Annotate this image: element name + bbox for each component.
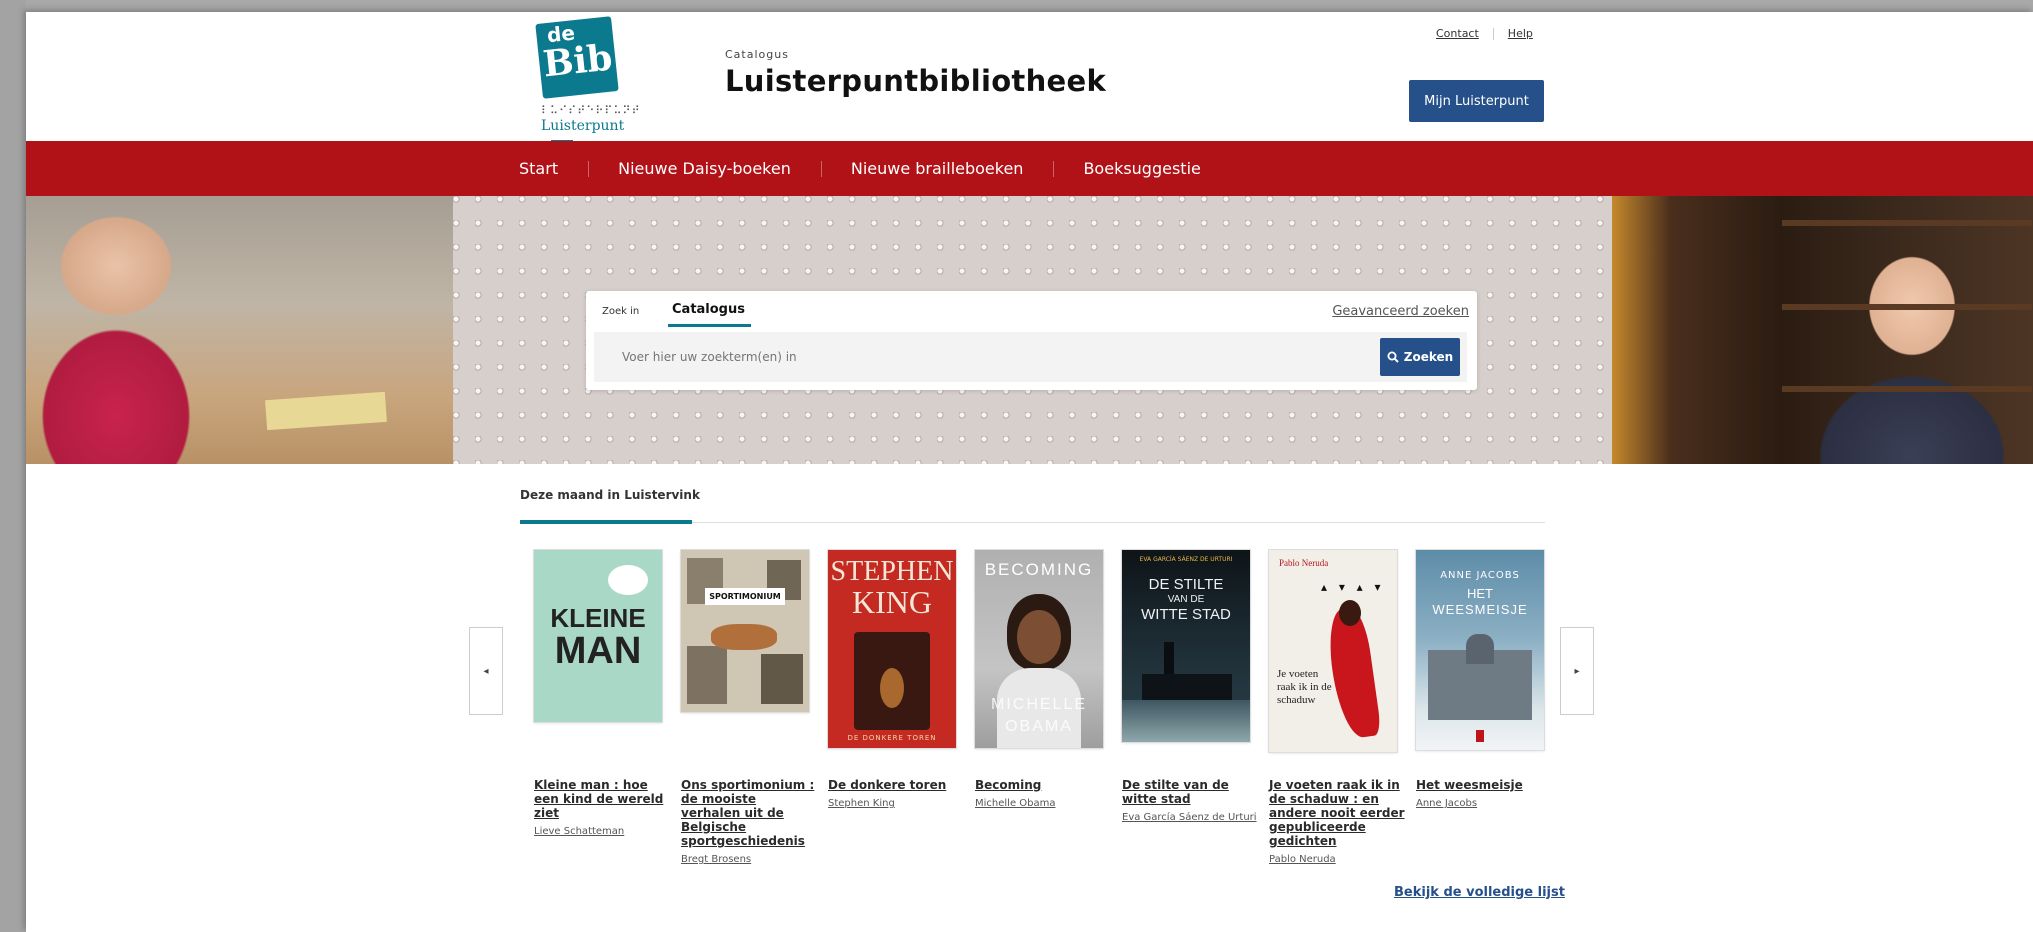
help-link[interactable]: Help <box>1508 27 1533 40</box>
bookshelf <box>1782 386 2032 392</box>
book-author-link[interactable]: Eva García Sáenz de Urturi <box>1122 812 1258 823</box>
nav-item-daisy[interactable]: Nieuwe Daisy-boeken <box>588 159 821 178</box>
chevron-left-icon: ◂ <box>483 665 489 677</box>
cover-author-line: Pablo Neruda <box>1279 558 1329 568</box>
hero-book <box>265 391 387 431</box>
cover-title-line: DE DONKERE TOREN <box>847 734 937 742</box>
book-title-link[interactable]: Het weesmeisje <box>1416 778 1552 792</box>
chevron-right-icon: ▸ <box>1574 665 1580 677</box>
full-list-link[interactable]: Bekijk de volledige lijst <box>1394 885 1565 900</box>
cover-title-line: MICHELLE <box>990 696 1088 713</box>
advanced-search-link[interactable]: Geavanceerd zoeken <box>1332 304 1469 319</box>
cover-title-line: Je voeten raak ik in de schaduw <box>1277 668 1332 706</box>
nav-item-braille[interactable]: Nieuwe brailleboeken <box>820 159 1054 178</box>
site-header: de Bib ⠇⠥⠊⠎⠞⠑⠗⠏⠥⠝⠞ Luisterpunt Catalogus… <box>26 12 2033 146</box>
utility-links: Contact Help <box>1436 27 1533 40</box>
cover-title-line: DE STILTE <box>1148 576 1224 593</box>
book-title-link[interactable]: De stilte van de witte stad <box>1122 778 1258 806</box>
search-button[interactable]: Zoeken <box>1380 338 1460 376</box>
section-underline <box>520 520 692 524</box>
page: de Bib ⠇⠥⠊⠎⠞⠑⠗⠏⠥⠝⠞ Luisterpunt Catalogus… <box>26 12 2033 932</box>
book-card: STEPHEN KING DE DONKERE TOREN De donkere… <box>828 550 964 809</box>
cover-title-line: STEPHEN <box>830 556 954 587</box>
site-kicker: Catalogus <box>725 48 789 61</box>
book-card: KLEINE MAN Kleine man : hoe een kind de … <box>534 550 670 837</box>
book-cover[interactable]: BECOMING MICHELLE OBAMA <box>975 550 1103 748</box>
book-author-link[interactable]: Lieve Schatteman <box>534 826 670 837</box>
my-account-button[interactable]: Mijn Luisterpunt <box>1409 80 1544 122</box>
book-author-link[interactable]: Anne Jacobs <box>1416 798 1552 809</box>
logo-braille: ⠇⠥⠊⠎⠞⠑⠗⠏⠥⠝⠞ <box>541 104 641 117</box>
search-panel: Zoek in Catalogus Geavanceerd zoeken Zoe… <box>586 291 1477 390</box>
carousel-prev-button[interactable]: ◂ <box>469 627 503 715</box>
book-title-link[interactable]: De donkere toren <box>828 778 964 792</box>
search-input[interactable] <box>594 332 1467 382</box>
hero-photo-woman <box>1612 196 2033 464</box>
cover-title-line: VAN DE <box>1167 594 1205 605</box>
utility-separator <box>1492 28 1494 40</box>
page-title: Luisterpuntbibliotheek <box>725 64 1107 98</box>
book-card: BECOMING MICHELLE OBAMA Becoming Michell… <box>975 550 1111 809</box>
search-icon <box>1387 351 1399 363</box>
hero-photo-child <box>26 196 453 464</box>
book-cover[interactable]: ANNE JACOBS HET WEESMEISJE <box>1416 550 1544 750</box>
debib-logo[interactable]: de Bib ⠇⠥⠊⠎⠞⠑⠗⠏⠥⠝⠞ Luisterpunt <box>535 16 647 146</box>
search-scope-label: Zoek in <box>602 306 640 317</box>
book-author-link[interactable]: Pablo Neruda <box>1269 854 1405 865</box>
book-author-link[interactable]: Stephen King <box>828 798 964 809</box>
cover-title-line: KING <box>852 584 932 620</box>
search-button-label: Zoeken <box>1403 350 1454 364</box>
book-title-link[interactable]: Ons sportimonium : de mooiste verhalen u… <box>681 778 817 848</box>
book-title-link[interactable]: Je voeten raak ik in de schaduw : en and… <box>1269 778 1405 848</box>
book-cover[interactable]: KLEINE MAN <box>534 550 662 722</box>
cover-title-line: HET <box>1467 586 1493 601</box>
book-card: ANNE JACOBS HET WEESMEISJE Het weesmeisj… <box>1416 550 1552 809</box>
tab-catalogus[interactable]: Catalogus <box>668 302 751 327</box>
book-cover[interactable]: STEPHEN KING DE DONKERE TOREN <box>828 550 956 748</box>
book-title-link[interactable]: Becoming <box>975 778 1111 792</box>
book-cover[interactable]: EVA GARCÍA SÁENZ DE URTURI DE STILTE VAN… <box>1122 550 1250 742</box>
bookshelf <box>1782 304 2032 310</box>
cover-title-line: WEESMEISJE <box>1432 602 1528 617</box>
hero-banner: Zoek in Catalogus Geavanceerd zoeken Zoe… <box>26 196 2033 464</box>
nav-item-start[interactable]: Start <box>519 159 588 178</box>
nav-item-suggestion[interactable]: Boeksuggestie <box>1053 159 1230 178</box>
book-card: Pablo Neruda ▴ ▾ ▴ ▾ Je voeten raak ik i… <box>1269 550 1405 865</box>
cover-title-line: KLEINE <box>550 603 646 633</box>
book-title-link[interactable]: Kleine man : hoe een kind de wereld ziet <box>534 778 670 820</box>
section-title: Deze maand in Luistervink <box>520 488 700 502</box>
logo-main-word: Bib <box>540 36 615 86</box>
cover-title-line: OBAMA <box>1005 718 1073 735</box>
book-card: EVA GARCÍA SÁENZ DE URTURI DE STILTE VAN… <box>1122 550 1258 823</box>
window-left-border <box>0 0 26 932</box>
book-cover[interactable]: Pablo Neruda ▴ ▾ ▴ ▾ Je voeten raak ik i… <box>1269 550 1397 752</box>
cover-title-line: WITTE STAD <box>1141 606 1231 623</box>
main-nav: Start Nieuwe Daisy-boeken Nieuwe braille… <box>26 141 2033 196</box>
book-author-link[interactable]: Bregt Brosens <box>681 854 817 865</box>
contact-link[interactable]: Contact <box>1436 27 1479 40</box>
cover-title-line: SPORTIMONIUM <box>705 588 785 605</box>
window-top-border <box>0 0 2033 12</box>
cover-title-line: BECOMING <box>984 560 1094 579</box>
book-cover[interactable]: SPORTIMONIUM <box>681 550 809 712</box>
bookshelf <box>1782 220 2032 226</box>
logo-name: Luisterpunt <box>541 118 625 134</box>
cover-title-line: MAN <box>554 630 642 672</box>
cover-author-line: ANNE JACOBS <box>1440 570 1520 581</box>
carousel-next-button[interactable]: ▸ <box>1560 627 1594 715</box>
book-author-link[interactable]: Michelle Obama <box>975 798 1111 809</box>
book-card: SPORTIMONIUM Ons sportimonium : de moois… <box>681 550 817 865</box>
cover-author-line: EVA GARCÍA SÁENZ DE URTURI <box>1139 556 1233 563</box>
